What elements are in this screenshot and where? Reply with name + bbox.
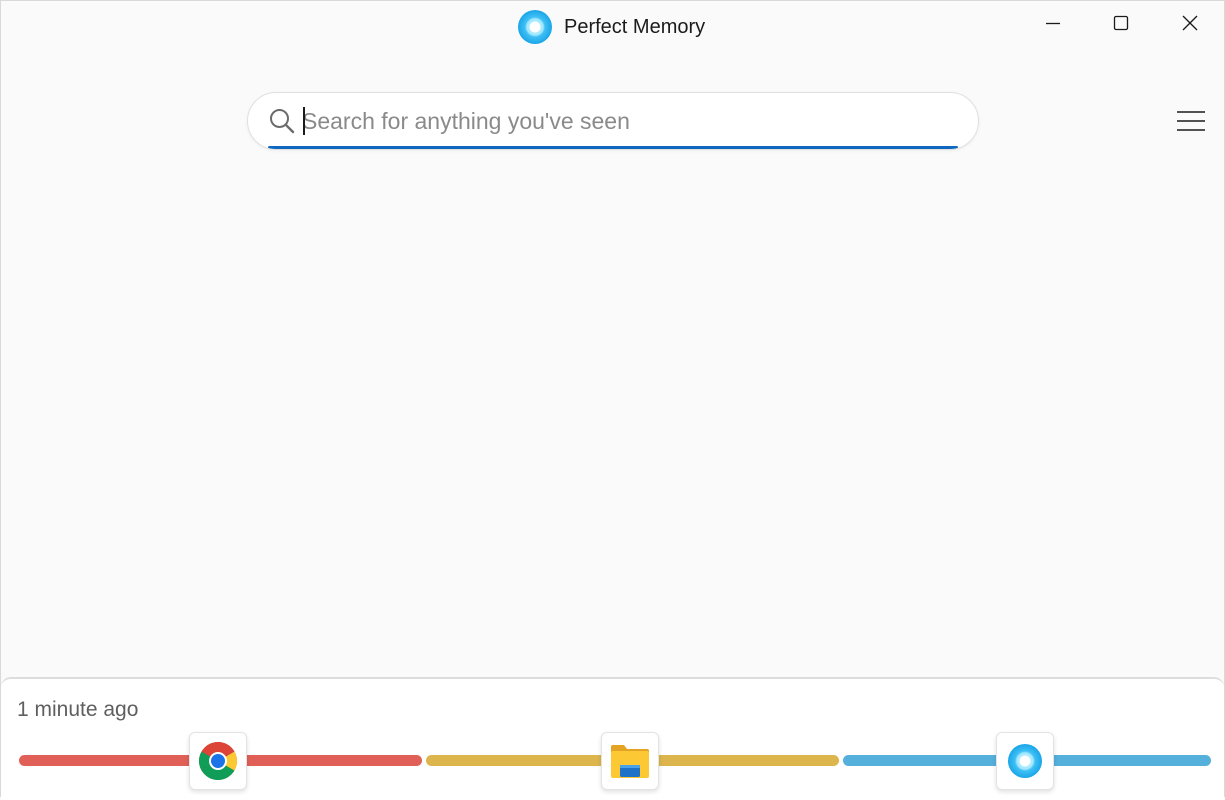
menu-button[interactable] <box>1169 101 1213 141</box>
app-window: Perfect Memory Search for anything you'v… <box>0 0 1225 800</box>
title-bar[interactable]: Perfect Memory <box>1 1 1224 53</box>
timeline-panel: 1 minute ago <box>1 677 1224 800</box>
timeline-app-chrome[interactable] <box>189 732 247 790</box>
text-caret <box>303 107 305 135</box>
timeline-app-file-explorer[interactable] <box>601 732 659 790</box>
maximize-icon <box>1113 15 1129 31</box>
file-explorer-icon <box>611 745 649 778</box>
search-focus-underline <box>268 146 958 149</box>
search-box[interactable] <box>247 92 979 150</box>
title-group: Perfect Memory <box>518 10 705 44</box>
window-title: Perfect Memory <box>564 15 706 38</box>
close-icon <box>1182 15 1198 31</box>
minimize-button[interactable] <box>1019 1 1087 45</box>
minimize-icon <box>1046 22 1060 25</box>
timeline-time-label: 1 minute ago <box>17 698 139 721</box>
timeline-app-perfect-memory[interactable] <box>996 732 1054 790</box>
hamburger-menu-icon <box>1177 111 1205 131</box>
maximize-button[interactable] <box>1087 1 1155 45</box>
perfect-memory-logo-icon <box>1008 744 1042 778</box>
close-button[interactable] <box>1156 1 1224 45</box>
chrome-icon <box>199 742 237 780</box>
perfect-memory-logo-icon <box>518 10 552 44</box>
search-icon <box>270 109 295 134</box>
search-input[interactable] <box>302 103 952 139</box>
